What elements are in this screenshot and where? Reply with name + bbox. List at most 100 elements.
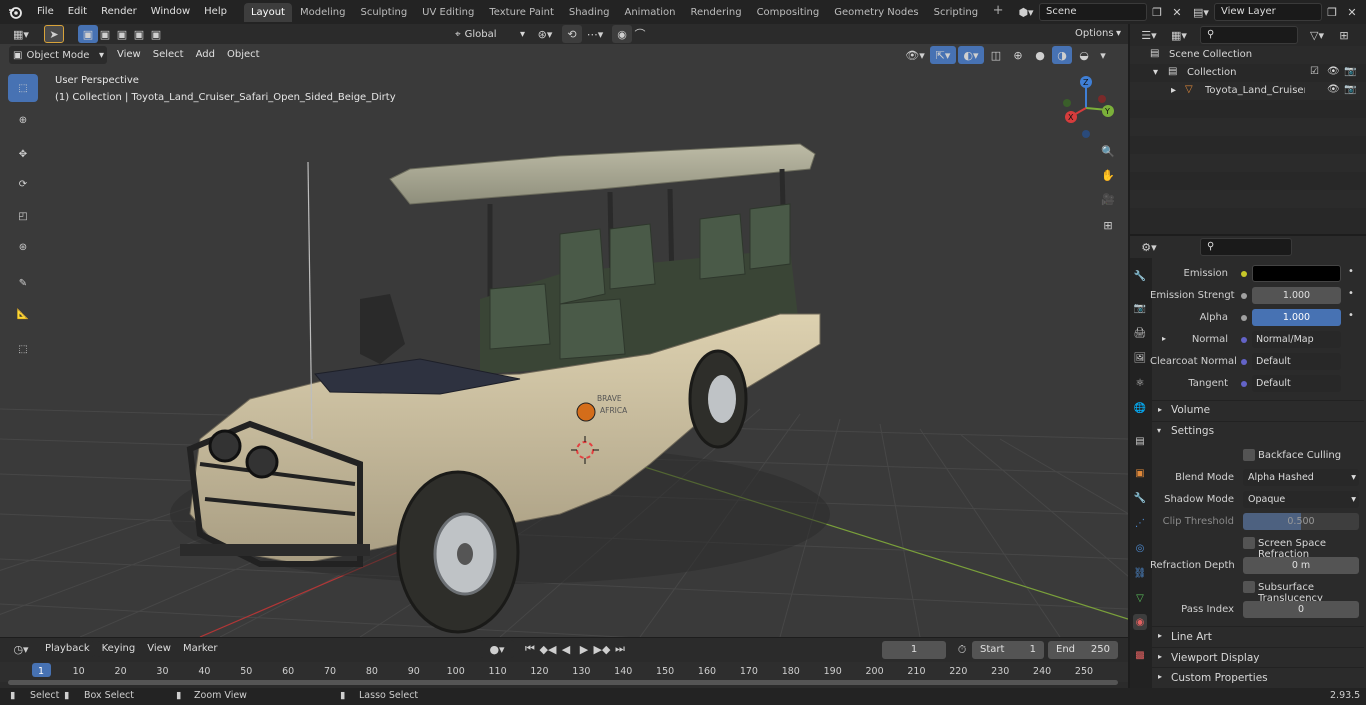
xray-icon[interactable]: ◫ — [986, 46, 1006, 64]
properties-search-input[interactable]: ⚲ — [1200, 238, 1292, 256]
timeline-menu-playback[interactable]: Playback — [40, 641, 95, 657]
scene-tab-icon[interactable]: ⚛ — [1133, 375, 1147, 391]
tool-tab-icon[interactable]: 🔧 — [1133, 268, 1147, 284]
navigation-gizmo[interactable]: Z Y X — [1058, 74, 1118, 139]
pass-index-field[interactable]: 0 — [1243, 601, 1359, 618]
checkbox-checked-icon[interactable]: ☑ — [1310, 66, 1319, 77]
vehicle-model[interactable]: BRAVE AFRICA — [170, 143, 830, 634]
view-layer-field[interactable]: View Layer — [1214, 3, 1322, 21]
menu-file[interactable]: File — [30, 0, 61, 24]
viewport-display-panel-header[interactable]: ▸ Viewport Display — [1152, 647, 1364, 667]
menu-edit[interactable]: Edit — [61, 0, 94, 24]
wireframe-shading-icon[interactable]: ⊕ — [1008, 46, 1028, 64]
tab-sculpting[interactable]: Sculpting — [353, 3, 414, 22]
normal-socket-field[interactable]: Normal/Map — [1252, 331, 1341, 348]
tangent-field[interactable]: Default — [1252, 375, 1341, 392]
output-tab-icon[interactable]: 🖨 — [1133, 325, 1147, 341]
refraction-depth-field[interactable]: 0 m — [1243, 557, 1359, 574]
keyframe-dot-icon[interactable]: • — [1348, 288, 1354, 299]
new-collection-icon[interactable]: ⊞ — [1334, 26, 1354, 44]
settings-panel-header[interactable]: ▾ Settings — [1152, 421, 1364, 441]
material-tab-icon[interactable]: ◉ — [1133, 614, 1147, 630]
pivot-point-icon[interactable]: ⊛▾ — [532, 25, 558, 43]
current-frame-field[interactable]: 1 — [882, 641, 946, 659]
start-frame-field[interactable]: Start 1 — [972, 641, 1044, 659]
scale-tool[interactable]: ◰ — [8, 202, 38, 230]
constraints-tab-icon[interactable]: ⛓ — [1133, 565, 1147, 581]
annotate-tool[interactable]: ✎ — [8, 269, 38, 297]
display-mode-icon[interactable]: ▦▾ — [1166, 26, 1192, 44]
mode-dropdown[interactable]: ▣ Object Mode ▾ — [9, 46, 107, 64]
modifier-tab-icon[interactable]: 🔧 — [1133, 490, 1147, 506]
tab-rendering[interactable]: Rendering — [683, 3, 748, 22]
move-tool[interactable]: ✥ — [8, 140, 38, 168]
shading-dropdown-icon[interactable]: ▾ — [1096, 46, 1110, 64]
shadow-mode-dropdown[interactable]: Opaque ▾ — [1243, 491, 1359, 508]
outliner-row-object[interactable]: ▸ ▽ Toyota_Land_Cruiser_Safa 👁 📷 — [1130, 82, 1366, 100]
play-reverse-icon[interactable]: ◀ — [556, 640, 576, 658]
grid-perspective-icon[interactable]: ⊞ — [1098, 216, 1118, 234]
world-tab-icon[interactable]: 🌐 — [1133, 400, 1147, 416]
tab-animation[interactable]: Animation — [618, 3, 683, 22]
solid-shading-icon[interactable]: ● — [1030, 46, 1050, 64]
outliner-row-scene-collection[interactable]: ▤ Scene Collection — [1130, 46, 1366, 64]
falloff-icon[interactable]: ⌒ — [630, 25, 650, 43]
viewport-canvas[interactable]: BRAVE AFRICA — [0, 44, 1128, 637]
menu-window[interactable]: Window — [144, 0, 197, 24]
tab-compositing[interactable]: Compositing — [750, 3, 827, 22]
filter-icon[interactable]: ▽▾ — [1304, 26, 1330, 44]
select-box-tool[interactable]: ⬚ — [8, 74, 38, 102]
blender-logo-icon[interactable] — [0, 0, 30, 24]
tab-geometry-nodes[interactable]: Geometry Nodes — [827, 3, 925, 22]
data-tab-icon[interactable]: ▽ — [1133, 590, 1147, 606]
close-scene-icon[interactable]: ✕ — [1167, 3, 1187, 21]
tab-uv-editing[interactable]: UV Editing — [415, 3, 481, 22]
texture-tab-icon[interactable]: ▩ — [1133, 647, 1147, 663]
viewport-menu-select[interactable]: Select — [147, 45, 190, 65]
tab-layout[interactable]: Layout — [243, 2, 292, 22]
rotate-tool[interactable]: ⟳ — [8, 170, 38, 198]
eye-icon[interactable]: 👁 — [1327, 84, 1340, 95]
add-cube-tool[interactable]: ⬚ — [8, 335, 38, 363]
tab-texture-paint[interactable]: Texture Paint — [482, 3, 561, 22]
subsurface-translucency-checkbox[interactable] — [1243, 581, 1255, 593]
stopwatch-icon[interactable]: ⏱ — [952, 641, 972, 659]
close-view-layer-icon[interactable]: ✕ — [1342, 3, 1362, 21]
add-workspace-button[interactable]: + — [990, 4, 1006, 20]
next-keyframe-icon[interactable]: ▶◆ — [592, 640, 612, 658]
render-camera-icon[interactable]: 📷 — [1344, 66, 1356, 77]
record-icon[interactable]: ●▾ — [480, 640, 514, 658]
menu-render[interactable]: Render — [94, 0, 144, 24]
jump-start-icon[interactable]: ⏮ — [520, 640, 540, 658]
volume-panel-header[interactable]: ▸ Volume — [1152, 400, 1364, 420]
tab-scripting[interactable]: Scripting — [927, 3, 985, 22]
render-camera-icon[interactable]: 📷 — [1344, 84, 1356, 95]
snap-icon[interactable]: ⟲ — [562, 25, 582, 43]
options-dropdown[interactable]: Options ▾ — [1070, 25, 1124, 43]
custom-properties-panel-header[interactable]: ▸ Custom Properties — [1152, 667, 1364, 687]
snap-target-icon[interactable]: ⋯▾ — [582, 25, 608, 43]
particles-tab-icon[interactable]: ⋰ — [1133, 515, 1147, 531]
keyframe-dot-icon[interactable]: • — [1348, 310, 1354, 321]
transform-orientation-dropdown[interactable]: ⌖ Global ▾ — [455, 25, 525, 43]
viewport-menu-view[interactable]: View — [111, 45, 147, 65]
copy-view-layer-icon[interactable]: ❐ — [1322, 3, 1342, 21]
viewport-menu-object[interactable]: Object — [221, 45, 266, 65]
view-layer-selector[interactable]: ▤▾ View Layer ❐ ✕ — [1188, 3, 1362, 21]
eye-icon[interactable]: 👁 — [1327, 66, 1340, 77]
camera-icon[interactable]: 🎥 — [1098, 190, 1118, 208]
timeline-menu-marker[interactable]: Marker — [178, 641, 223, 657]
transform-tool[interactable]: ⊛ — [8, 233, 38, 261]
tab-modeling[interactable]: Modeling — [293, 3, 353, 22]
material-shading-icon[interactable]: ◑ — [1052, 46, 1072, 64]
timeline-scrollbar[interactable] — [8, 680, 1118, 685]
backface-culling-checkbox[interactable] — [1243, 449, 1255, 461]
editor-type-icon[interactable]: ▦▾ — [8, 25, 34, 43]
object-tab-icon[interactable]: ▣ — [1133, 465, 1147, 481]
outliner-editor-icon[interactable]: ☰▾ — [1136, 26, 1162, 44]
play-icon[interactable]: ▶ — [574, 640, 594, 658]
proportional-edit-icon[interactable]: ◉ — [612, 25, 632, 43]
alpha-field[interactable]: 1.000 — [1252, 309, 1341, 326]
visibility-icon[interactable]: 👁▾ — [902, 46, 928, 64]
timeline-editor-icon[interactable]: ◷▾ — [8, 640, 34, 658]
